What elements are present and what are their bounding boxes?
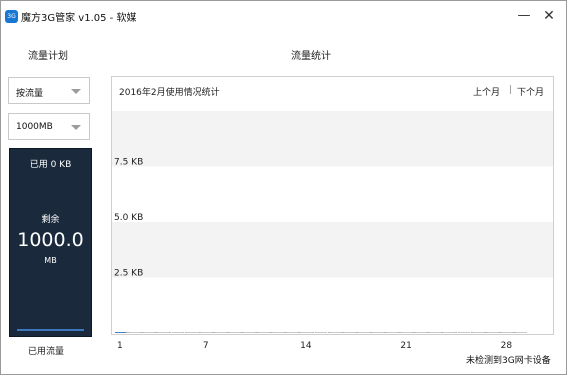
usage-bar — [344, 332, 356, 333]
usage-bar — [358, 332, 370, 333]
usage-bar — [301, 332, 313, 333]
usage-bar — [129, 332, 141, 333]
usage-bar — [444, 332, 456, 333]
usage-bar — [501, 332, 513, 333]
usage-bar — [401, 332, 413, 333]
usage-bar — [172, 332, 184, 333]
usage-bar — [329, 332, 341, 333]
usage-bar — [272, 332, 284, 333]
usage-bar — [458, 332, 470, 333]
usage-bar — [430, 332, 442, 333]
x-tick-label: 7 — [202, 341, 209, 351]
y-tick-label: 2.5 KB — [114, 269, 143, 279]
x-tick-label: 14 — [300, 341, 312, 351]
usage-bar — [315, 332, 327, 333]
device-status: 未检测到3G网卡设备 — [466, 356, 551, 366]
usage-bar — [243, 332, 255, 333]
usage-chart: 2.5 KB 5.0 KB 7.5 KB — [112, 111, 553, 333]
usage-bar — [215, 332, 227, 333]
usage-bar — [387, 332, 399, 333]
usage-bar — [115, 332, 126, 333]
x-tick-label: 28 — [500, 341, 513, 351]
usage-bar — [473, 332, 485, 333]
grid-band — [112, 222, 553, 278]
usage-bar — [143, 332, 155, 333]
y-tick-label: 5.0 KB — [114, 213, 143, 223]
usage-bar — [487, 332, 499, 333]
usage-bar — [415, 332, 427, 333]
usage-bar — [516, 332, 527, 333]
usage-bar — [157, 332, 169, 333]
app-window: 3G 魔方3G管家 v1.05 - 软媒 — ✕ 流量计划 流量统计 按流量 1… — [0, 0, 567, 375]
x-tick-label: 1 — [117, 341, 123, 351]
usage-bar — [186, 332, 198, 333]
usage-bar — [372, 332, 384, 333]
usage-bar — [229, 332, 241, 333]
y-tick-label: 7.5 KB — [114, 158, 143, 168]
usage-bar — [200, 332, 212, 333]
x-tick-label: 21 — [400, 341, 412, 351]
usage-bar — [258, 332, 270, 333]
usage-bar — [286, 332, 298, 333]
grid-band — [112, 111, 553, 167]
